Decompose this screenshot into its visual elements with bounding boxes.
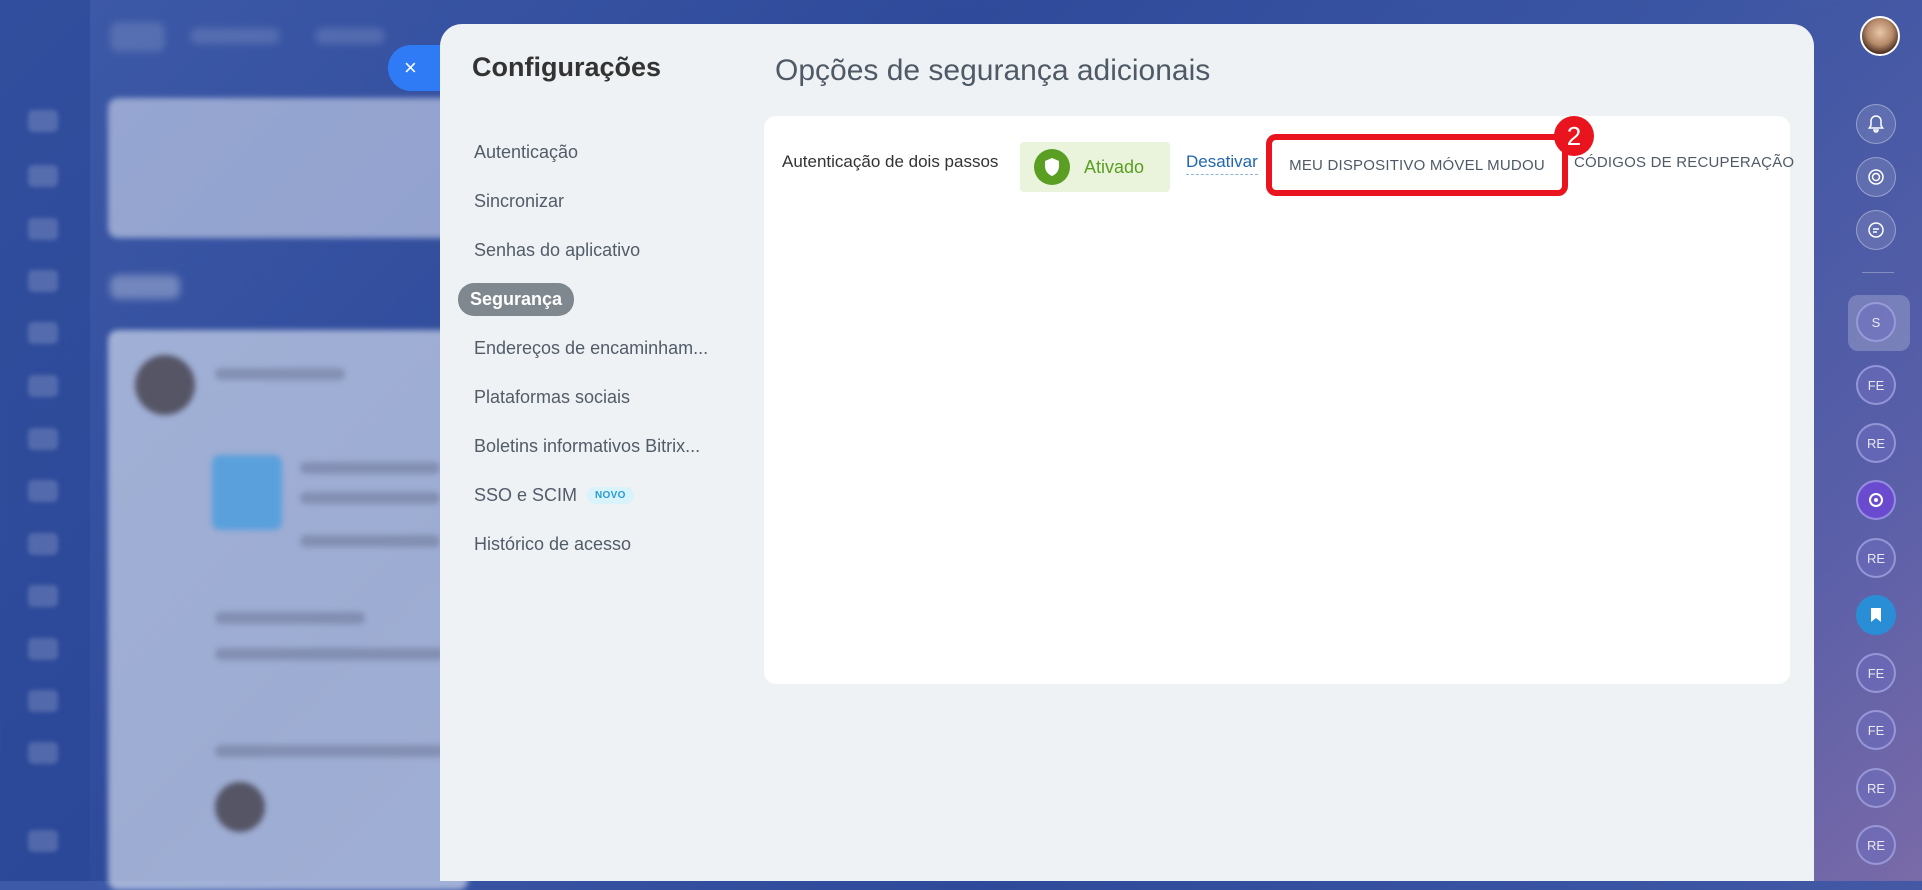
right-sidebar: S FE RE RE FE FE RE RE <box>1834 0 1922 881</box>
settings-nav: Autenticação Sincronizar Senhas do aplic… <box>458 128 708 569</box>
nav-item-sync[interactable]: Sincronizar <box>458 177 708 226</box>
chat-search-icon[interactable] <box>1856 210 1896 250</box>
rail-user-avatar[interactable]: FE <box>1856 710 1896 750</box>
activity-stream-icon[interactable] <box>1856 157 1896 197</box>
status-text: Ativado <box>1084 156 1145 177</box>
device-changed-button[interactable]: MEU DISPOSITIVO MÓVEL MUDOU <box>1266 134 1568 196</box>
shield-icon <box>1034 149 1070 185</box>
page-title: Opções de segurança adicionais <box>775 54 1211 87</box>
settings-slider-panel: Configurações Autenticação Sincronizar S… <box>440 24 1814 881</box>
device-changed-label: MEU DISPOSITIVO MÓVEL MUDOU <box>1289 156 1545 174</box>
nav-item-security[interactable]: Segurança <box>458 275 708 324</box>
rail-user-avatar[interactable]: FE <box>1856 365 1896 405</box>
security-options-card: Autenticação de dois passos Ativado Desa… <box>764 116 1794 684</box>
close-icon: × <box>404 55 417 80</box>
user-avatar[interactable] <box>1860 16 1900 56</box>
nav-item-forwarding-addresses[interactable]: Endereços de encaminham... <box>458 324 708 373</box>
status-badge: Ativado <box>1020 142 1170 192</box>
rail-user-avatar[interactable]: RE <box>1856 825 1896 865</box>
nav-item-social-platforms[interactable]: Plataformas sociais <box>458 373 708 422</box>
copilot-icon[interactable] <box>1856 480 1896 520</box>
new-badge: NOVO <box>587 487 634 504</box>
settings-title: Configurações <box>472 52 662 82</box>
rail-user-avatar[interactable]: RE <box>1856 423 1896 463</box>
step-number-badge: 2 <box>1554 116 1594 156</box>
rail-user-avatar[interactable]: RE <box>1856 538 1896 578</box>
rail-divider <box>1862 272 1894 273</box>
bookmark-icon[interactable] <box>1856 595 1896 635</box>
close-button[interactable]: × <box>388 45 446 91</box>
rail-user-avatar[interactable]: FE <box>1856 653 1896 693</box>
notifications-icon[interactable] <box>1856 104 1896 144</box>
rail-user-avatar[interactable]: S <box>1856 302 1896 342</box>
nav-item-newsletters[interactable]: Boletins informativos Bitrix... <box>458 422 708 471</box>
nav-item-sso-scim[interactable]: SSO e SCIM NOVO <box>458 471 708 520</box>
deactivate-link[interactable]: Desativar <box>1186 152 1258 175</box>
nav-item-authentication[interactable]: Autenticação <box>458 128 708 177</box>
rail-user-avatar[interactable]: RE <box>1856 768 1896 808</box>
left-app-bar <box>0 0 90 881</box>
background-card <box>108 98 468 238</box>
nav-item-access-history[interactable]: Histórico de acesso <box>458 520 708 569</box>
recovery-codes-button[interactable]: CÓDIGOS DE RECUPERAÇÃO <box>1574 154 1794 171</box>
two-step-auth-label: Autenticação de dois passos <box>782 152 999 171</box>
background-calendar <box>212 455 282 530</box>
nav-item-app-passwords[interactable]: Senhas do aplicativo <box>458 226 708 275</box>
background-avatar <box>135 355 195 415</box>
